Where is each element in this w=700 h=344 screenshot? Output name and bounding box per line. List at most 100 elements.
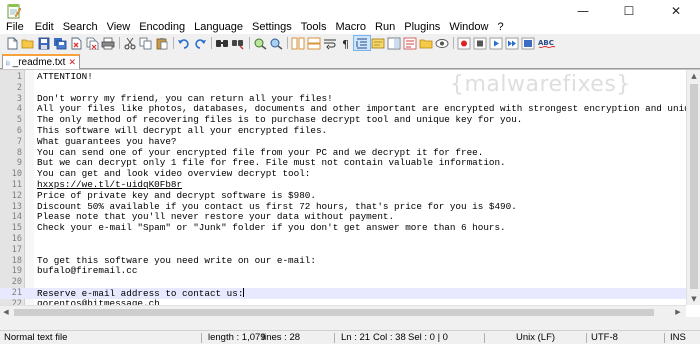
menu-settings[interactable]: Settings <box>252 21 292 34</box>
menu-plugins[interactable]: Plugins <box>404 21 440 34</box>
tab-label: _readme.txt <box>12 57 66 68</box>
print-icon[interactable] <box>100 36 116 50</box>
open-file-icon[interactable] <box>20 36 36 50</box>
menu-edit[interactable]: Edit <box>35 21 54 34</box>
editor[interactable]: 1 ATTENTION! 2 3 Don't worry my friend, you … <box>0 69 700 318</box>
user-defined-language-icon[interactable] <box>370 36 386 50</box>
vertical-scroll-thumb[interactable] <box>690 84 698 289</box>
spell-check-icon[interactable]: ABC <box>538 36 556 50</box>
menu-encoding[interactable]: Encoding <box>139 21 185 34</box>
text-line[interactable]: 17 <box>0 245 686 256</box>
folder-as-workspace-icon[interactable] <box>418 36 434 50</box>
line-number: 4 <box>16 104 22 115</box>
maximize-button[interactable]: ☐ <box>606 0 652 22</box>
text-caret <box>243 287 245 297</box>
status-bar: Normal text file length : 1,079 lines : … <box>0 330 700 344</box>
menu-help[interactable]: ? <box>497 21 503 34</box>
stop-recording-icon[interactable] <box>472 36 488 50</box>
status-divider <box>334 333 335 343</box>
svg-text:¶: ¶ <box>342 38 349 50</box>
line-number: 13 <box>11 201 22 212</box>
horizontal-scroll-thumb[interactable] <box>14 309 654 316</box>
status-divider <box>484 333 485 343</box>
close-button[interactable]: ✕ <box>652 0 700 22</box>
scroll-down-icon[interactable]: ▼ <box>687 293 700 305</box>
line-number: 9 <box>16 158 22 169</box>
find-icon[interactable] <box>214 36 230 50</box>
sync-horizontal-icon[interactable] <box>306 36 322 50</box>
line-number: 1 <box>16 72 22 82</box>
menu-language[interactable]: Language <box>194 21 243 34</box>
text-line[interactable]: 7 What guarantees you have? <box>0 136 686 148</box>
menu-search[interactable]: Search <box>63 21 98 34</box>
status-eol: Unix (LF) <box>516 332 556 343</box>
close-all-icon[interactable] <box>84 36 100 50</box>
text-line[interactable]: 16 <box>0 234 686 245</box>
redo-icon[interactable] <box>192 36 208 50</box>
replace-icon[interactable] <box>230 36 246 50</box>
zoom-out-icon[interactable] <box>268 36 284 50</box>
monitoring-icon[interactable] <box>434 36 450 50</box>
save-all-icon[interactable] <box>52 36 68 50</box>
run-macro-multiple-icon[interactable] <box>504 36 520 50</box>
toolbar-separator <box>173 37 174 49</box>
tab-readme[interactable]: _readme.txt ✕ <box>2 54 80 69</box>
text-line[interactable]: 15 Check your e-mail "Spam" or "Junk" fol… <box>0 222 686 234</box>
close-file-icon[interactable] <box>68 36 84 50</box>
status-file-type: Normal text file <box>4 332 68 343</box>
document-map-icon[interactable] <box>386 36 402 50</box>
tab-bar: _readme.txt ✕ <box>0 53 700 69</box>
status-divider <box>664 333 665 343</box>
minimize-button[interactable]: — <box>560 0 606 22</box>
line-text: bufalo@firemail.cc <box>37 265 138 277</box>
word-wrap-icon[interactable] <box>322 36 338 50</box>
vertical-scrollbar[interactable]: ▲ ▼ <box>686 70 700 305</box>
save-icon[interactable] <box>36 36 52 50</box>
toolbar: ¶ ABC <box>0 35 700 52</box>
undo-icon[interactable] <box>176 36 192 50</box>
menu-tools[interactable]: Tools <box>301 21 327 34</box>
notepad-plus-plus-icon[interactable] <box>6 3 22 19</box>
paste-icon[interactable] <box>154 36 170 50</box>
cut-icon[interactable] <box>122 36 138 50</box>
line-number: 14 <box>11 212 22 223</box>
scroll-right-icon[interactable]: ▶ <box>672 306 684 318</box>
text-area[interactable]: 1 ATTENTION! 2 3 Don't worry my friend, you … <box>0 72 686 305</box>
line-number: 8 <box>16 147 22 158</box>
text-line[interactable]: 20 <box>0 277 686 288</box>
menu-bar: File Edit Search View Encoding Language … <box>0 21 700 34</box>
text-line[interactable]: 1 ATTENTION! <box>0 72 686 83</box>
menu-window[interactable]: Window <box>449 21 488 34</box>
line-number: 21 <box>11 287 22 298</box>
spell-check-label: ABC <box>538 39 554 47</box>
menu-file[interactable]: File <box>6 21 24 34</box>
scroll-left-icon[interactable]: ◀ <box>0 306 12 318</box>
menu-run[interactable]: Run <box>375 21 395 34</box>
scroll-up-icon[interactable]: ▲ <box>687 70 700 82</box>
line-number: 2 <box>16 82 22 93</box>
line-number: 17 <box>11 244 22 255</box>
line-text: ATTENTION! <box>37 72 93 82</box>
indent-guide-icon[interactable] <box>353 35 371 51</box>
line-text: Price of private key and decrypt softwar… <box>37 189 316 201</box>
text-line[interactable]: 12 Price of private key and decrypt softw… <box>0 189 686 202</box>
horizontal-scrollbar[interactable]: ◀ ▶ <box>0 305 686 318</box>
text-line[interactable]: 19 bufalo@firemail.cc <box>0 266 686 277</box>
toolbar-separator <box>119 37 120 49</box>
copy-icon[interactable] <box>138 36 154 50</box>
menu-view[interactable]: View <box>107 21 131 34</box>
show-all-characters-icon[interactable]: ¶ <box>338 36 354 50</box>
status-col: Col : 38 <box>373 332 406 343</box>
function-list-icon[interactable] <box>402 36 418 50</box>
toolbar-separator <box>211 37 212 49</box>
menu-macro[interactable]: Macro <box>335 21 366 34</box>
new-file-icon[interactable] <box>4 36 20 50</box>
toolbar-separator <box>287 37 288 49</box>
text-line[interactable]: 2 <box>0 83 686 94</box>
tab-close-icon[interactable]: ✕ <box>68 58 76 68</box>
zoom-in-icon[interactable] <box>252 36 268 50</box>
sync-vertical-icon[interactable] <box>290 36 306 50</box>
record-macro-icon[interactable] <box>456 36 472 50</box>
playback-macro-icon[interactable] <box>488 36 504 50</box>
save-macro-icon[interactable] <box>520 36 536 50</box>
